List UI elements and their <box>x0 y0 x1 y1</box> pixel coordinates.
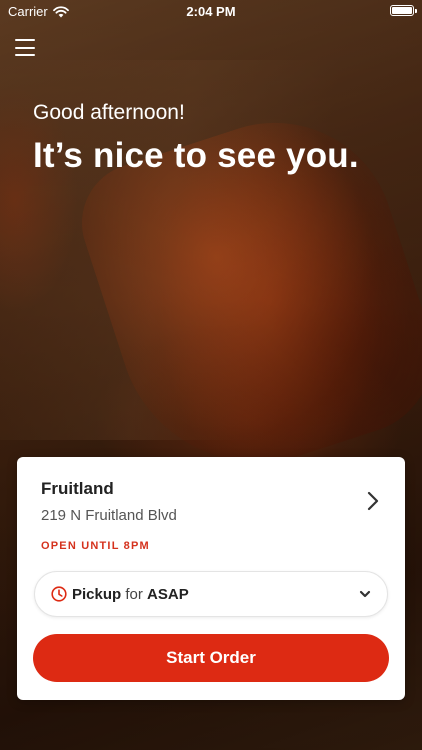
status-bar: Carrier 2:04 PM <box>0 0 422 24</box>
clock-icon <box>51 586 67 602</box>
chevron-right-icon <box>367 491 379 511</box>
store-hours: OPEN UNTIL 8PM <box>41 540 150 552</box>
pickup-time-dropdown[interactable]: Pickup for ASAP <box>34 571 388 617</box>
store-selector[interactable]: Fruitland 219 N Fruitland Blvd <box>41 479 385 527</box>
pickup-mode: Pickup <box>72 585 122 603</box>
store-name: Fruitland <box>41 479 114 498</box>
start-order-button[interactable]: Start Order <box>33 634 389 682</box>
pickup-summary: Pickup for ASAP <box>72 586 189 603</box>
greeting-text: Good afternoon! <box>33 101 185 124</box>
pickup-time: ASAP <box>147 585 189 603</box>
order-card: Fruitland 219 N Fruitland Blvd OPEN UNTI… <box>17 457 405 700</box>
battery-icon <box>390 5 417 16</box>
welcome-heading: It’s nice to see you. <box>33 136 359 175</box>
status-time: 2:04 PM <box>186 4 236 19</box>
chevron-down-icon <box>359 590 371 598</box>
store-address: 219 N Fruitland Blvd <box>41 507 177 524</box>
hamburger-menu-icon[interactable] <box>15 39 35 56</box>
pickup-for-label: for <box>125 585 143 603</box>
